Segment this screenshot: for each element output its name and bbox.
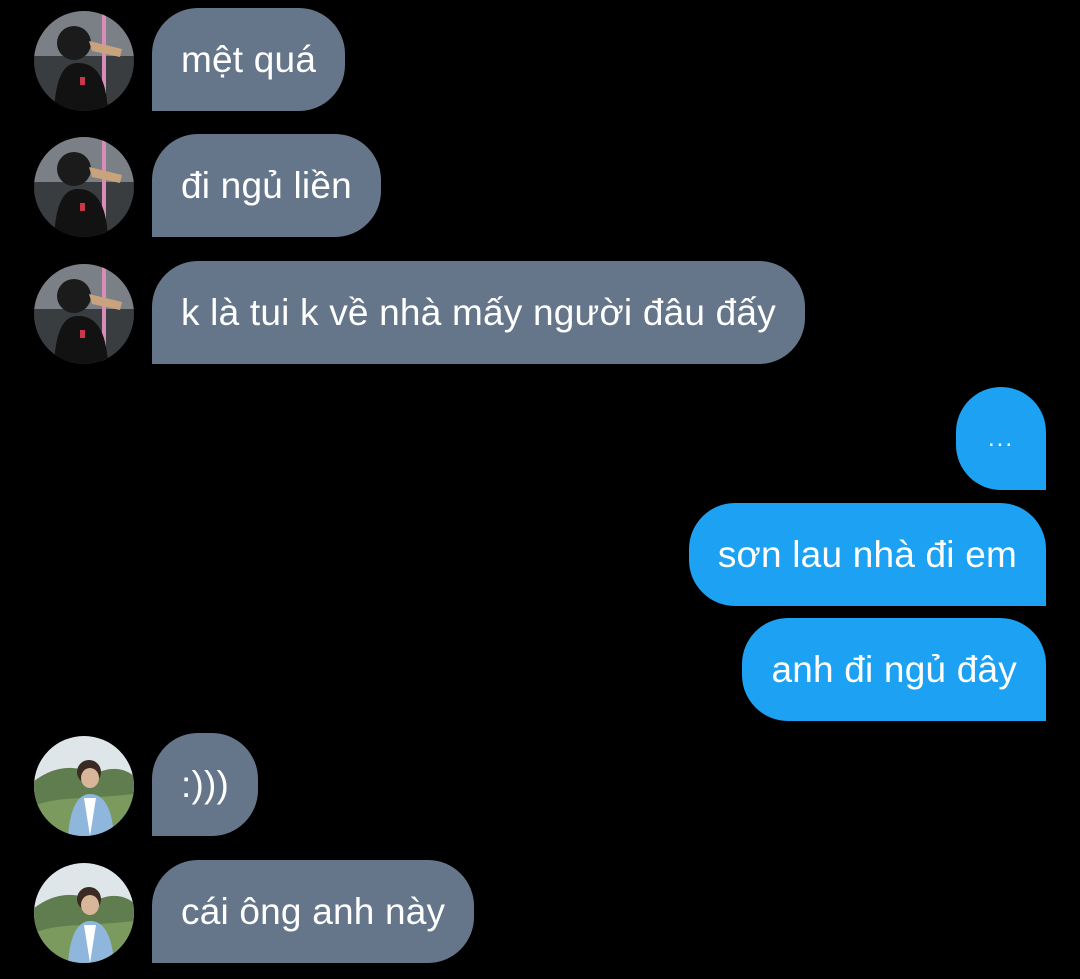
- message-text: mệt quá: [181, 38, 317, 80]
- avatar[interactable]: [34, 863, 134, 963]
- message-text: đi ngủ liền: [181, 164, 352, 206]
- avatar[interactable]: [34, 736, 134, 836]
- avatar-photo-icon: [34, 264, 134, 364]
- message-row: đi ngủ liền: [0, 134, 1080, 237]
- message-row: cái ông anh này: [0, 860, 1080, 963]
- message-row: anh đi ngủ đây: [0, 618, 1080, 721]
- message-row: mệt quá: [0, 8, 1080, 111]
- incoming-message-bubble[interactable]: mệt quá: [152, 8, 346, 111]
- incoming-message-bubble[interactable]: cái ông anh này: [152, 860, 475, 963]
- avatar[interactable]: [34, 264, 134, 364]
- message-row: k là tui k về nhà mấy người đâu đấy: [0, 261, 1080, 364]
- avatar[interactable]: [34, 11, 134, 111]
- avatar[interactable]: [34, 137, 134, 237]
- outgoing-message-bubble[interactable]: anh đi ngủ đây: [742, 618, 1046, 721]
- message-text: ...: [987, 424, 1014, 452]
- incoming-message-bubble[interactable]: :))): [152, 733, 259, 836]
- message-text: sơn lau nhà đi em: [717, 533, 1017, 575]
- message-text: cái ông anh này: [181, 890, 446, 932]
- message-row: ...: [0, 387, 1080, 490]
- avatar-photo-icon: [34, 137, 134, 237]
- message-text: :))): [181, 763, 230, 805]
- message-row: :))): [0, 733, 1080, 836]
- avatar-photo-icon: [34, 863, 134, 963]
- incoming-message-bubble[interactable]: k là tui k về nhà mấy người đâu đấy: [152, 261, 805, 364]
- outgoing-message-bubble[interactable]: sơn lau nhà đi em: [688, 503, 1046, 606]
- outgoing-message-bubble[interactable]: ...: [956, 387, 1046, 490]
- incoming-message-bubble[interactable]: đi ngủ liền: [152, 134, 381, 237]
- avatar-photo-icon: [34, 11, 134, 111]
- message-text: anh đi ngủ đây: [771, 648, 1017, 690]
- message-text: k là tui k về nhà mấy người đâu đấy: [181, 291, 776, 333]
- message-row: sơn lau nhà đi em: [0, 503, 1080, 606]
- avatar-photo-icon: [34, 736, 134, 836]
